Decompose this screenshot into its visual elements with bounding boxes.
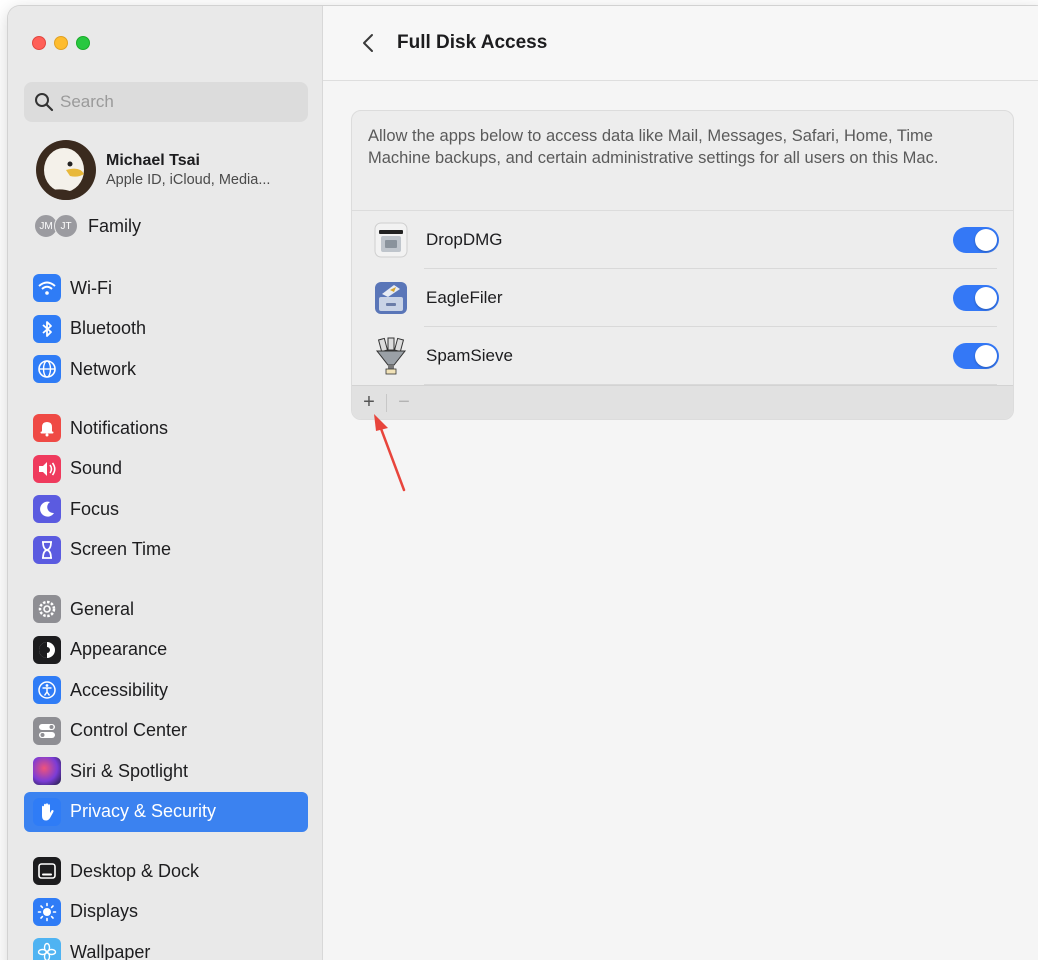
apple-id-profile[interactable]: Michael Tsai Apple ID, iCloud, Media... (36, 140, 270, 200)
bluetooth-icon (33, 314, 61, 343)
sidebar-item-label: General (70, 598, 135, 619)
app-name: DropDMG (426, 230, 503, 249)
sidebar-group-notifications: Notifications Sound Focus Screen Time (24, 408, 308, 570)
family-member-badge: JT (54, 214, 78, 238)
speaker-icon (33, 454, 61, 483)
sidebar-item-sound[interactable]: Sound (24, 449, 308, 490)
sidebar-item-general[interactable]: General (24, 589, 308, 630)
sidebar-item-accessibility[interactable]: Accessibility (24, 670, 308, 711)
sidebar-group-network: Wi-Fi Bluetooth Network (24, 268, 308, 390)
sidebar-item-label: Privacy & Security (70, 801, 217, 822)
sidebar-item-wallpaper[interactable]: Wallpaper (24, 932, 308, 960)
sidebar-item-privacy-security[interactable]: Privacy & Security (24, 791, 308, 832)
eagle-avatar-icon (36, 140, 96, 200)
main-content: Full Disk Access Allow the apps below to… (323, 6, 1038, 960)
sidebar-item-label: Screen Time (70, 539, 172, 560)
toggles-icon (33, 716, 61, 745)
globe-icon (33, 355, 61, 384)
sidebar-item-siri-spotlight[interactable]: Siri & Spotlight (24, 751, 308, 792)
page-title: Full Disk Access (397, 32, 548, 53)
search-input[interactable] (60, 92, 300, 112)
sidebar-group-desktop: Desktop & Dock Displays Wallpaper (24, 851, 308, 960)
sidebar-group-general: General Appearance Accessibility Control… (24, 589, 308, 832)
bell-icon (33, 414, 61, 443)
sidebar-item-desktop-dock[interactable]: Desktop & Dock (24, 851, 308, 892)
gear-icon (33, 595, 61, 624)
sidebar-item-focus[interactable]: Focus (24, 489, 308, 530)
sidebar: Michael Tsai Apple ID, iCloud, Media... … (8, 6, 323, 960)
app-name: EagleFiler (426, 288, 503, 307)
sidebar-item-notifications[interactable]: Notifications (24, 408, 308, 449)
avatar (36, 140, 96, 200)
sidebar-item-appearance[interactable]: Appearance (24, 630, 308, 671)
flower-icon (33, 938, 61, 960)
settings-window: Michael Tsai Apple ID, iCloud, Media... … (8, 6, 1038, 960)
sidebar-item-wifi[interactable]: Wi-Fi (24, 268, 308, 309)
hand-icon (33, 797, 61, 826)
sidebar-item-displays[interactable]: Displays (24, 892, 308, 933)
app-row-spamsieve: SpamSieve (352, 327, 1013, 385)
add-remove-bar: + − (352, 385, 1013, 419)
title-bar: Full Disk Access (323, 6, 1038, 81)
spamsieve-app-icon (375, 337, 407, 375)
dock-icon (33, 857, 61, 886)
sun-icon (33, 897, 61, 926)
search-icon (35, 93, 54, 112)
sidebar-item-bluetooth[interactable]: Bluetooth (24, 309, 308, 350)
sidebar-item-label: Accessibility (70, 679, 169, 700)
siri-icon (33, 757, 61, 786)
sidebar-item-control-center[interactable]: Control Center (24, 711, 308, 752)
sidebar-item-label: Control Center (70, 720, 188, 741)
wifi-icon (33, 274, 61, 303)
sidebar-item-label: Sound (70, 458, 123, 479)
sidebar-item-label: Displays (70, 901, 139, 922)
accessibility-icon (33, 676, 61, 705)
sidebar-item-family[interactable]: JM JT Family (34, 214, 141, 238)
sidebar-item-label: Focus (70, 498, 120, 519)
dropdmg-app-icon (374, 222, 408, 258)
annotation-arrow-icon (374, 414, 406, 492)
sidebar-item-label: Wallpaper (70, 941, 151, 960)
spamsieve-access-toggle[interactable] (953, 343, 999, 369)
back-button[interactable] (353, 28, 383, 58)
sidebar-item-label: Bluetooth (70, 318, 147, 339)
minimize-button[interactable] (54, 36, 68, 50)
app-row-dropdmg: DropDMG (352, 211, 1013, 269)
moon-icon (33, 495, 61, 524)
sidebar-item-label: Siri & Spotlight (70, 760, 189, 781)
sidebar-item-label: Network (70, 358, 137, 379)
sidebar-item-label: Desktop & Dock (70, 860, 200, 881)
profile-subtitle: Apple ID, iCloud, Media... (106, 172, 271, 188)
description-text: Allow the apps below to access data like… (352, 111, 1013, 211)
sidebar-item-screen-time[interactable]: Screen Time (24, 530, 308, 571)
sidebar-item-network[interactable]: Network (24, 349, 308, 390)
window-controls (32, 36, 90, 50)
sidebar-item-label: Appearance (70, 639, 168, 660)
chevron-left-icon (363, 34, 373, 52)
close-button[interactable] (32, 36, 46, 50)
profile-name: Michael Tsai (106, 152, 200, 169)
full-disk-access-panel: Allow the apps below to access data like… (351, 110, 1014, 420)
sidebar-item-label: Wi-Fi (70, 277, 112, 298)
eaglefiler-app-icon (375, 282, 407, 314)
family-label: Family (88, 215, 141, 236)
eaglefiler-access-toggle[interactable] (953, 285, 999, 311)
zoom-button[interactable] (76, 36, 90, 50)
hourglass-icon (33, 535, 61, 564)
appearance-icon (33, 635, 61, 664)
search-field[interactable] (24, 82, 308, 122)
app-name: SpamSieve (426, 346, 513, 365)
dropdmg-access-toggle[interactable] (953, 227, 999, 253)
sidebar-item-label: Notifications (70, 417, 169, 438)
app-row-eaglefiler: EagleFiler (352, 269, 1013, 327)
